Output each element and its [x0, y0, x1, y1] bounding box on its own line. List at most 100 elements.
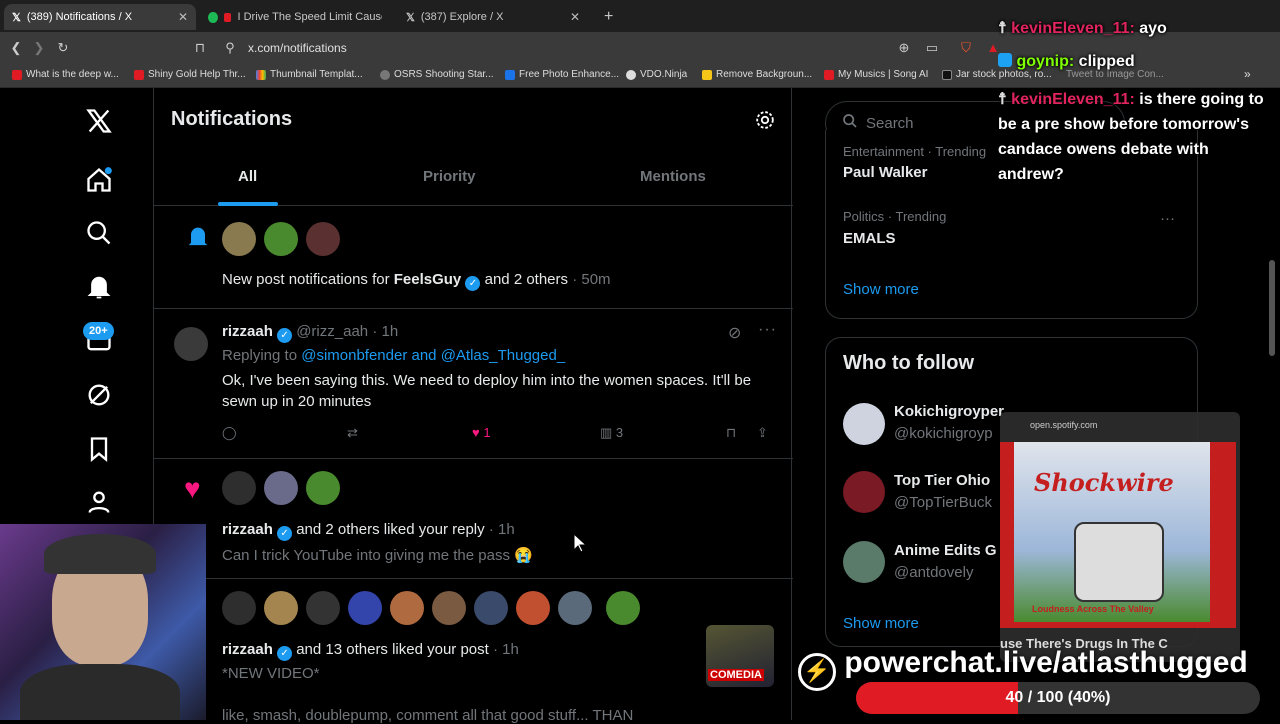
avatar[interactable]	[474, 591, 508, 625]
user-handle[interactable]: @rizz_aah	[296, 323, 368, 340]
views-button[interactable]: ▥ 3	[600, 425, 623, 441]
avatar[interactable]	[516, 591, 550, 625]
avatar[interactable]	[843, 403, 885, 445]
forward-icon[interactable]: ❯	[31, 40, 47, 56]
bookmark-item[interactable]: OSRS Shooting Star...	[380, 69, 494, 80]
bookmarks-icon[interactable]	[84, 434, 114, 464]
chat-message: goynip: clipped	[998, 53, 1135, 71]
avatar[interactable]	[174, 327, 208, 361]
bell-icon[interactable]	[84, 272, 114, 302]
chat-message: ☨ kevinEleven_11: is there going to be a…	[998, 87, 1268, 187]
address-bar[interactable]: x.com/notifications	[248, 41, 347, 55]
avatar[interactable]	[843, 541, 885, 583]
trend-category: Politics · Trending	[843, 209, 947, 224]
share-icon[interactable]: ⇪	[757, 425, 768, 441]
tab-all[interactable]: All	[238, 168, 257, 185]
tab-title: (389) Notifications / X	[26, 11, 133, 23]
settings-gear-icon[interactable]	[754, 109, 776, 136]
more-bookmarks-icon[interactable]: »	[1244, 67, 1251, 81]
repost-icon[interactable]: ⇄	[347, 425, 358, 441]
avatar[interactable]	[606, 591, 640, 625]
reply-post[interactable]: rizzaah ✓ @rizz_aah · 1h ⊘ ··· Replying …	[154, 309, 793, 459]
album-art: Shockwire Loudness Across The Valley	[1000, 442, 1236, 628]
close-tab-icon[interactable]: ✕	[178, 10, 188, 24]
bookmark-page-icon[interactable]: ⊓	[192, 40, 208, 56]
bookmark-favicon-icon	[12, 69, 22, 80]
site-info-icon[interactable]: ⚲	[222, 40, 238, 56]
browser-tab-video[interactable]: I Drive The Speed Limit Cause Th	[200, 4, 390, 30]
avatar[interactable]	[264, 222, 298, 256]
avatar[interactable]	[306, 591, 340, 625]
close-tab-icon[interactable]: ✕	[570, 10, 580, 24]
reload-icon[interactable]: ↻	[55, 40, 71, 56]
trend-topic[interactable]: EMALS	[843, 230, 896, 247]
avatar[interactable]	[264, 471, 298, 505]
new-tab-button[interactable]: +	[596, 4, 616, 30]
bookmark-item[interactable]: Thumbnail Templat...	[256, 69, 363, 80]
user-name[interactable]: rizzaah	[222, 521, 273, 538]
mention-link[interactable]: @simonbfender and @Atlas_Thugged_	[301, 347, 565, 364]
post-thumbnail[interactable]: COMEDIA	[706, 625, 774, 687]
bookmark-item[interactable]: My Musics | Song AI	[824, 69, 928, 80]
profile-icon[interactable]	[84, 487, 114, 517]
chat-username: kevinEleven_11:	[1011, 91, 1135, 108]
bookmark-item[interactable]: Remove Backgroun...	[702, 69, 812, 80]
notification-text: rizzaah ✓ and 13 others liked your post …	[222, 641, 519, 661]
avatar[interactable]	[390, 591, 424, 625]
bookmark-item[interactable]: Free Photo Enhance...	[505, 69, 619, 80]
tab-priority[interactable]: Priority	[423, 168, 476, 185]
trend-topic[interactable]: Paul Walker	[843, 164, 927, 181]
active-tab-indicator	[218, 202, 278, 206]
trend-more-icon[interactable]: ···	[1160, 210, 1175, 227]
scrollbar-thumb[interactable]	[1269, 260, 1275, 356]
notification-item[interactable]: rizzaah ✓ and 13 others liked your post …	[154, 579, 793, 724]
browser-tab-notifications[interactable]: 𝕏 (389) Notifications / X ✕	[4, 4, 196, 30]
show-more-link[interactable]: Show more	[843, 281, 919, 298]
notification-item[interactable]: New post notifications for FeelsGuy ✓ an…	[154, 207, 793, 309]
tab-mentions[interactable]: Mentions	[640, 168, 706, 185]
follow-name[interactable]: Anime Edits G	[894, 542, 997, 559]
reply-icon[interactable]: ◯	[222, 425, 237, 441]
avatar[interactable]	[843, 471, 885, 513]
bookmark-post-icon[interactable]: ⊓	[726, 425, 736, 441]
x-home-logo-icon[interactable]	[84, 106, 114, 136]
back-icon[interactable]: ❮	[8, 40, 24, 56]
post-text: Ok, I've been saying this. We need to de…	[222, 372, 752, 410]
user-name[interactable]: rizzaah	[222, 323, 273, 340]
home-icon[interactable]	[84, 165, 114, 195]
avatar[interactable]	[264, 591, 298, 625]
more-options-icon[interactable]: ···	[758, 321, 777, 339]
chat-text: clipped	[1074, 53, 1135, 70]
follow-name[interactable]: Kokichigroyper	[894, 403, 1004, 420]
page-scrollbar[interactable]	[1268, 96, 1276, 716]
user-name[interactable]: FeelsGuy	[394, 271, 462, 288]
spotify-miniplayer[interactable]: open.spotify.com Shockwire Loudness Acro…	[1000, 412, 1240, 662]
follow-name[interactable]: Top Tier Ohio	[894, 472, 990, 489]
avatar[interactable]	[222, 591, 256, 625]
goal-label: 40 / 100 (40%)	[1005, 689, 1111, 706]
grok-icon[interactable]	[84, 380, 114, 410]
avatar[interactable]	[222, 222, 256, 256]
bookmark-favicon-icon	[824, 69, 834, 80]
bookmark-item[interactable]: What is the deep w...	[12, 69, 119, 80]
bookmark-item[interactable]: VDO.Ninja	[626, 69, 687, 80]
search-nav-icon[interactable]	[84, 218, 114, 248]
avatar[interactable]	[222, 471, 256, 505]
like-button[interactable]: ♥ 1	[472, 425, 491, 440]
streamer-shirt	[20, 664, 180, 720]
notification-item[interactable]: ♥ rizzaah ✓ and 2 others liked your repl…	[154, 459, 793, 579]
brave-shield-icon[interactable]: ⛉	[958, 40, 974, 56]
avatar[interactable]	[348, 591, 382, 625]
heart-notification-icon: ♥	[184, 473, 201, 504]
avatar[interactable]	[306, 471, 340, 505]
grok-post-icon[interactable]: ⊘	[728, 323, 741, 343]
cast-icon[interactable]: ▭	[924, 40, 940, 56]
avatar[interactable]	[432, 591, 466, 625]
browser-tab-explore[interactable]: 𝕏 (387) Explore / X ✕	[398, 4, 588, 30]
bookmark-item[interactable]: Shiny Gold Help Thr...	[134, 69, 246, 80]
avatar[interactable]	[558, 591, 592, 625]
avatar[interactable]	[306, 222, 340, 256]
user-name[interactable]: rizzaah	[222, 641, 273, 658]
zoom-icon[interactable]: ⊕	[896, 40, 912, 56]
show-more-link[interactable]: Show more	[843, 615, 919, 632]
